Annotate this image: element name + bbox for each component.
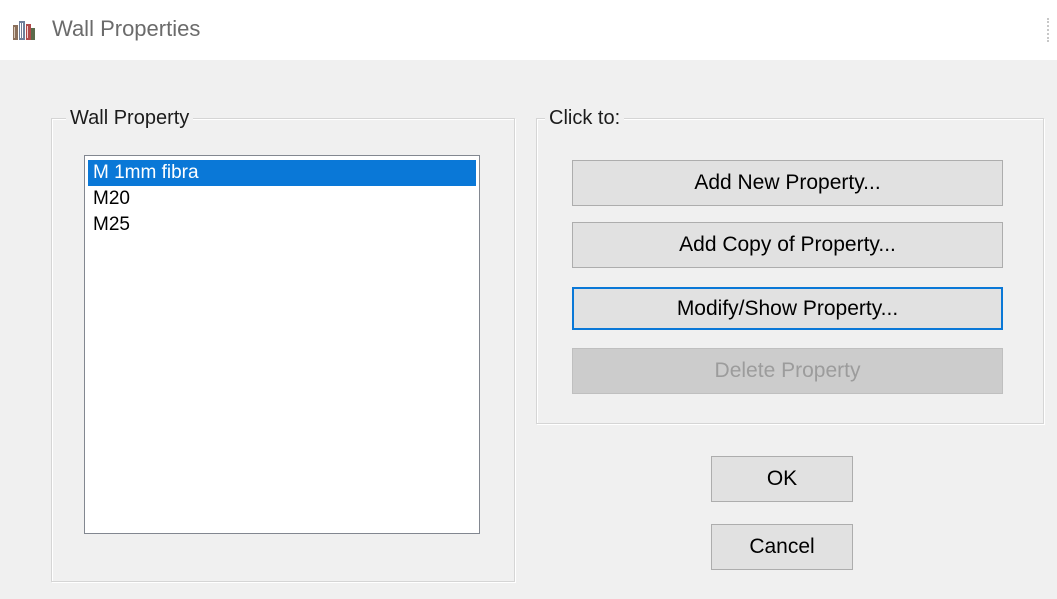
title-bar[interactable]: Wall Properties [0, 0, 1057, 60]
list-item[interactable]: M25 [88, 212, 476, 238]
list-item[interactable]: M20 [88, 186, 476, 212]
wall-property-group-label: Wall Property [66, 105, 194, 131]
cancel-button[interactable]: Cancel [711, 524, 853, 570]
delete-property-button: Delete Property [572, 348, 1003, 394]
ok-button[interactable]: OK [711, 456, 853, 502]
add-new-property-button[interactable]: Add New Property... [572, 160, 1003, 206]
modify-show-property-button[interactable]: Modify/Show Property... [572, 287, 1003, 330]
add-copy-of-property-button[interactable]: Add Copy of Property... [572, 222, 1003, 268]
wall-property-listbox[interactable]: M 1mm fibra M20 M25 [84, 155, 480, 534]
window-title: Wall Properties [52, 16, 201, 41]
building-icon [13, 21, 35, 40]
list-item[interactable]: M 1mm fibra [88, 160, 476, 186]
click-to-group-label: Click to: [545, 105, 625, 131]
title-bar-edge [1047, 18, 1051, 42]
